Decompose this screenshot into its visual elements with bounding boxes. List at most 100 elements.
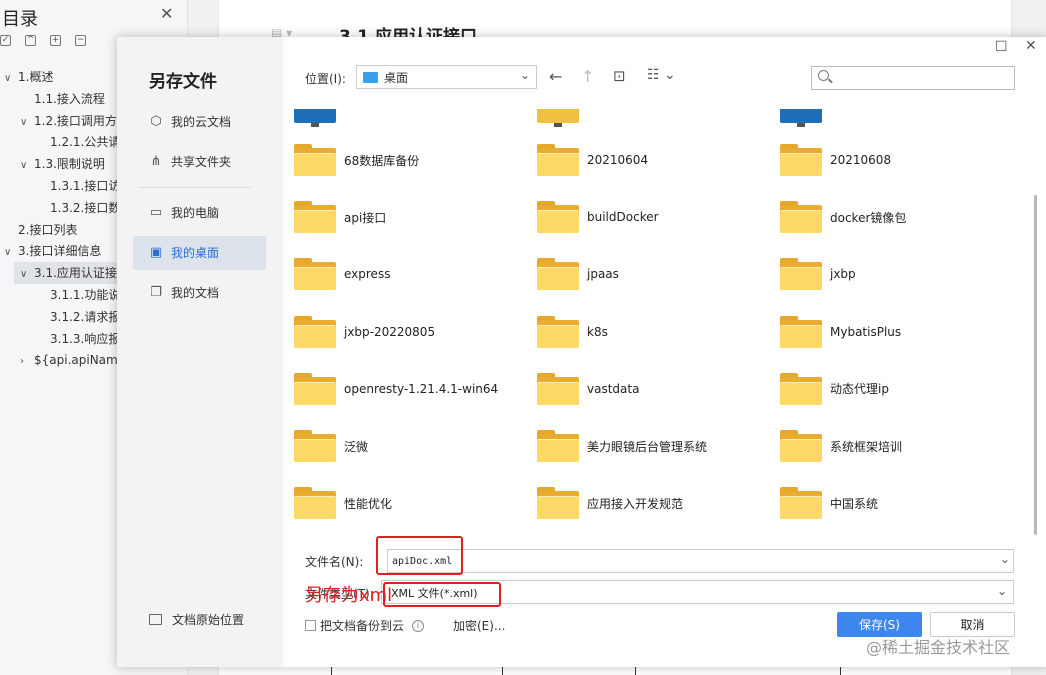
file-item[interactable]: 动态代理ip [780, 365, 1020, 413]
file-name: 中国系统 [830, 496, 879, 511]
toc-item-label: 3.接口详细信息 [18, 244, 102, 259]
filename-field[interactable] [387, 549, 1014, 573]
file-item[interactable]: 应用接入开发规范 [537, 479, 777, 527]
scrollbar[interactable] [1032, 105, 1040, 553]
file-name: docker镜像包 [830, 210, 907, 225]
folder-icon [780, 315, 822, 348]
file-name: api接口 [344, 210, 387, 225]
toc-item-label: 3.1.应用认证接口 [34, 266, 129, 281]
file-item[interactable]: 美力眼镜后台管理系统 [537, 422, 777, 470]
file-item[interactable]: 泛微 [294, 422, 534, 470]
filename-label: 文件名(N): [305, 555, 364, 569]
encrypt-link[interactable]: 加密(E)... [453, 617, 505, 634]
folder-icon [537, 144, 579, 176]
folder-icon [780, 144, 822, 176]
chevron-icon[interactable]: ∨ [20, 155, 34, 175]
file-item[interactable]: docker镜像包 [780, 193, 1020, 241]
sidebar-item-label: 我的文档 [171, 286, 220, 300]
folder-icon [363, 71, 378, 83]
chevron-down-icon[interactable]: ⌄ [1000, 552, 1010, 566]
close-icon[interactable]: ✕ [1025, 38, 1037, 54]
file-name: 动态代理ip [830, 382, 889, 397]
folder-icon [537, 372, 579, 405]
checkbox[interactable] [305, 620, 316, 631]
file-item[interactable]: vastdata [537, 365, 777, 413]
back-arrow-icon[interactable]: ← [549, 67, 562, 86]
folder-icon [294, 372, 336, 405]
original-location-label: 文档原始位置 [172, 613, 245, 627]
file-item[interactable]: express [294, 250, 534, 298]
chevron-icon[interactable]: ∨ [4, 242, 18, 262]
search-input[interactable] [811, 66, 1015, 90]
folder-icon [294, 201, 336, 234]
folder-icon [294, 487, 336, 520]
toc-item-label: 1.2.接口调用方式 [34, 113, 129, 128]
sidebar-item-label: 我的电脑 [171, 206, 220, 220]
file-item[interactable]: buildDocker [537, 193, 777, 241]
sidebar-item-cloud[interactable]: ⬡ 我的云文档 [133, 105, 266, 139]
file-list: 68数据库备份 20210604 20210608 api接口 buildDocker d… [283, 105, 1032, 553]
file-item[interactable]: 68数据库备份 [294, 136, 534, 184]
file-name: jxbp [830, 267, 856, 282]
sidebar-item-shared[interactable]: ⋔ 共享文件夹 [133, 145, 266, 179]
file-name: express [344, 267, 391, 282]
sidebar-item-desktop[interactable]: ▣ 我的桌面 [133, 236, 266, 270]
folder-icon [780, 487, 822, 520]
file-item[interactable]: openresty-1.21.4.1-win64 [294, 365, 534, 413]
file-item[interactable]: MybatisPlus [780, 308, 1020, 356]
folder-icon [537, 487, 579, 520]
file-name: 20210604 [587, 153, 649, 167]
divider [139, 187, 251, 188]
close-icon[interactable]: ✕ [160, 4, 173, 23]
file-item[interactable]: 中国系统 [780, 479, 1020, 527]
file-name: 20210608 [830, 153, 892, 167]
chevron-icon[interactable]: ∨ [20, 264, 34, 284]
highlight-box [383, 582, 501, 607]
watermark: @稀土掘金技术社区 [866, 638, 1011, 657]
annotation-text: 另存为xml [305, 585, 393, 606]
folder-icon [294, 430, 336, 462]
sidebar-item-label: 我的桌面 [171, 246, 220, 260]
plus-icon[interactable]: + [50, 35, 61, 46]
chevron-down-icon: ⌄ [519, 68, 530, 82]
view-mode-icon[interactable]: ☷ ⌄ [647, 67, 676, 83]
highlight-box [376, 536, 463, 575]
original-location-button[interactable]: 文档原始位置 [149, 611, 244, 628]
file-item[interactable]: 20210604 [537, 136, 777, 184]
file-item[interactable]: api接口 [294, 193, 534, 241]
chevron-icon[interactable]: ∨ [4, 68, 18, 88]
file-item[interactable]: jxbp-20220805 [294, 308, 534, 356]
monitor-icon [780, 109, 822, 127]
location-select[interactable]: 桌面 ⌄ [356, 65, 537, 89]
file-item[interactable]: jxbp [780, 250, 1020, 298]
new-folder-icon[interactable]: ⊡ [613, 67, 626, 85]
sidebar-item-computer[interactable]: ▭ 我的电脑 [133, 196, 266, 230]
check-icon[interactable]: ✓ [0, 35, 11, 46]
file-item[interactable]: 系统框架培训 [780, 422, 1020, 470]
dialog-title: 另存文件 [149, 72, 217, 92]
scrollbar-thumb[interactable] [1034, 195, 1037, 535]
file-name: 泛微 [344, 439, 369, 454]
backup-to-cloud-checkbox[interactable]: 把文档备份到云 i [305, 617, 425, 634]
chevron-icon[interactable]: › [20, 351, 34, 371]
toc-item-label: 1.概述 [18, 70, 54, 84]
minus-icon[interactable]: − [75, 35, 86, 46]
collapse-icon[interactable]: ^ [25, 35, 36, 46]
file-item[interactable]: k8s [537, 308, 777, 356]
folder-icon [294, 315, 336, 348]
sidebar-item-documents[interactable]: ❐ 我的文档 [133, 276, 266, 310]
folder-icon [537, 430, 579, 462]
monitor-icon [294, 109, 336, 127]
file-item[interactable]: 性能优化 [294, 479, 534, 527]
file-item[interactable]: jpaas [537, 250, 777, 298]
toc-toolbar: ✓ ^ + − [0, 35, 86, 46]
info-icon[interactable]: i [412, 619, 425, 632]
sidebar-item-label: 共享文件夹 [171, 155, 232, 169]
up-arrow-icon[interactable]: ↑ [581, 67, 594, 86]
maximize-icon[interactable]: ☐ [995, 39, 1008, 55]
file-name: jpaas [587, 267, 619, 282]
file-item[interactable]: 20210608 [780, 136, 1020, 184]
file-name: openresty-1.21.4.1-win64 [344, 381, 499, 396]
file-name: jxbp-20220805 [344, 324, 436, 339]
chevron-icon[interactable]: ∨ [20, 112, 34, 132]
